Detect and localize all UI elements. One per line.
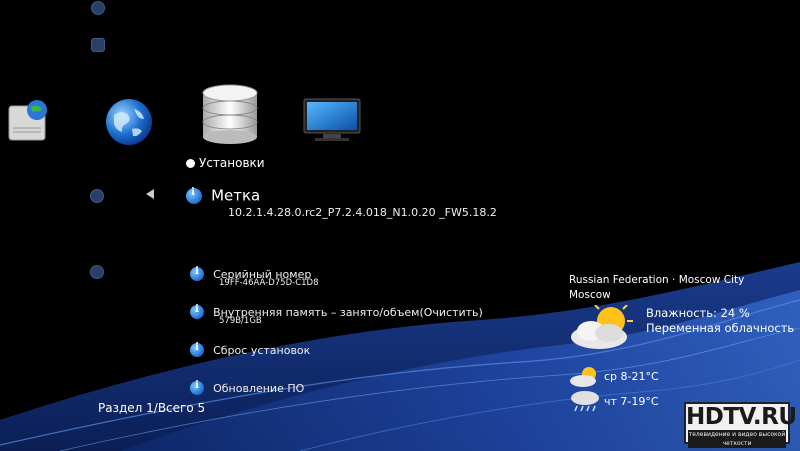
menu-item-reset[interactable]: Сброс установок: [190, 339, 310, 358]
partly-cloudy-icon: [571, 305, 633, 349]
firmware-label-value: 10.2.1.4.28.0.rc2_P7.2.4.018_N1.0.20 _FW…: [228, 206, 497, 219]
memory-value: 579B/1GB: [219, 316, 262, 326]
menu-item-update[interactable]: Обновление ПО: [190, 377, 304, 396]
database-icon[interactable]: [200, 83, 260, 145]
globe-icon[interactable]: [104, 97, 154, 147]
forecast-day-2: чт 7-19°C: [604, 395, 659, 408]
info-icon: [190, 266, 204, 281]
network-drive-icon[interactable]: [5, 98, 51, 144]
section-label: Установки: [186, 156, 265, 170]
pager-text: Раздел 1/Всего 5: [98, 401, 206, 415]
nav-dot: [90, 189, 104, 203]
radio-dot-icon: [186, 159, 195, 168]
background-waves: [0, 0, 800, 451]
info-icon: [190, 304, 204, 319]
partly-cloudy-icon: [570, 367, 596, 387]
nav-dot: [91, 38, 105, 52]
back-arrow-icon[interactable]: [146, 189, 154, 199]
info-icon: [186, 187, 202, 204]
weather-city: Moscow: [569, 289, 611, 301]
nav-dot: [91, 1, 105, 15]
monitor-icon[interactable]: [303, 98, 361, 144]
info-icon: [190, 342, 204, 357]
rain-cloud-icon: [571, 391, 599, 412]
forecast-day-1: ср 8-21°C: [604, 370, 659, 383]
weather-condition: Переменная облачность: [646, 321, 795, 335]
info-icon: [190, 380, 204, 395]
hdtv-logo: HDTV.RU телевидение и видео высокой четк…: [684, 402, 797, 448]
menu-item-label-selected[interactable]: Метка: [186, 185, 260, 205]
weather-location: Russian Federation · Moscow City: [569, 274, 745, 286]
nav-dot: [90, 265, 104, 279]
serial-number-value: 19FF-46AA-D75D-C1D8: [219, 278, 319, 288]
weather-humidity: Влажность: 24 %: [646, 306, 750, 320]
